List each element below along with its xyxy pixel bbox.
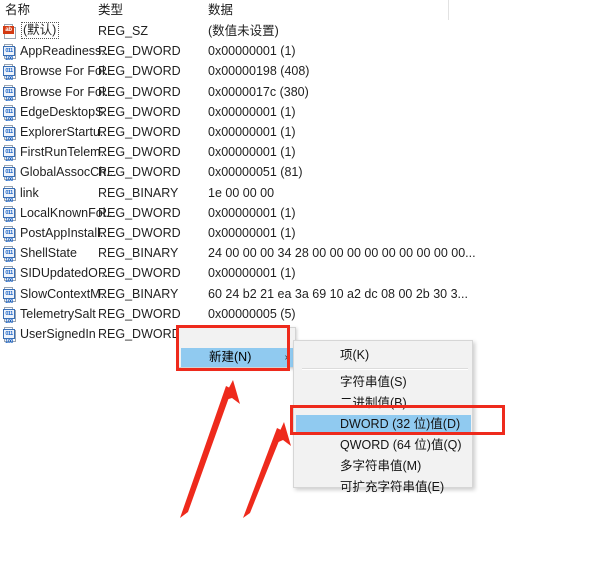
cell-value-data: 0x00000001 (1) xyxy=(208,125,296,139)
cell-value-data: 0x00000001 (1) xyxy=(208,44,296,59)
cell-value-type: REG_DWORD xyxy=(98,64,181,79)
annotation-arrow-1 xyxy=(180,380,240,518)
column-header-name[interactable]: 名称 xyxy=(5,2,30,18)
submenu-item-label: 项(K) xyxy=(340,348,370,362)
cell-value-data: 0x00000001 (1) xyxy=(208,205,296,220)
list-column-header[interactable]: 名称 类型 数据 xyxy=(0,0,600,20)
annotation-box-new-menu-item xyxy=(176,325,290,371)
submenu-item-4[interactable]: QWORD (64 位)值(Q) xyxy=(296,436,471,455)
cell-value-data: 0x00000001 (1) xyxy=(208,226,296,240)
table-row[interactable]: 011 100 AppReadiness... REG_DWORD 0x00000001… xyxy=(0,42,600,62)
cell-value-type: REG_DWORD xyxy=(98,125,181,139)
cell-value-name: link xyxy=(20,185,39,200)
column-divider[interactable] xyxy=(448,0,449,20)
submenu-item-label: QWORD (64 位)值(Q) xyxy=(340,438,462,452)
cell-value-data: 24 00 00 00 34 28 00 00 00 00 00 00 00 0… xyxy=(208,246,476,261)
cell-value-data: 0x00000051 (81) xyxy=(208,165,303,180)
cell-value-type: REG_BINARY xyxy=(98,185,179,200)
submenu-item-0[interactable]: 项(K) xyxy=(296,346,471,365)
table-row[interactable]: ab (默认) REG_SZ (数值未设置) xyxy=(0,22,600,42)
annotation-arrow-2 xyxy=(243,422,291,518)
cell-value-data: 0x00000001 (1) xyxy=(208,145,296,160)
cell-value-type: REG_SZ xyxy=(98,24,149,38)
submenu-separator xyxy=(302,368,468,370)
table-row[interactable]: 011 100 ExplorerStartu... REG_DWORD 0x000000… xyxy=(0,123,600,143)
table-row[interactable]: 011 100 EdgeDesktopS... REG_DWORD 0x00000001… xyxy=(0,103,600,123)
column-header-type[interactable]: 类型 xyxy=(98,2,123,18)
table-row[interactable]: 011 100 PostAppInstall... REG_DWORD 0x000000… xyxy=(0,224,600,244)
cell-value-name: SIDUpdatedO... xyxy=(20,266,109,281)
cell-value-type: REG_DWORD xyxy=(98,44,181,59)
reg-dword-icon: 011 100 xyxy=(3,64,17,82)
cell-value-type: REG_DWORD xyxy=(98,226,181,240)
reg-dword-icon: 011 100 xyxy=(3,327,17,345)
cell-value-type: REG_DWORD xyxy=(98,205,181,220)
reg-dword-icon: 011 100 xyxy=(3,145,17,163)
cell-value-data: 0x00000198 (408) xyxy=(208,64,310,79)
reg-sz-icon: ab xyxy=(3,24,17,39)
cell-value-data: 0x0000017c (380) xyxy=(208,84,309,99)
table-row[interactable]: 011 100 SlowContextM... REG_BINARY 60 24 b2 … xyxy=(0,285,600,305)
cell-value-data: (数值未设置) xyxy=(208,24,279,38)
cell-value-type: REG_DWORD xyxy=(98,266,181,281)
reg-dword-icon: 011 100 xyxy=(3,84,17,103)
submenu-item-1[interactable]: 字符串值(S) xyxy=(296,373,471,392)
reg-binary-icon: 011 100 xyxy=(3,185,17,204)
cell-value-name: (默认) xyxy=(21,22,60,39)
cell-value-type: REG_DWORD xyxy=(98,165,181,180)
submenu-item-5[interactable]: 多字符串值(M) xyxy=(296,457,471,476)
cell-value-type: REG_BINARY xyxy=(98,286,179,301)
cell-value-name: ExplorerStartu... xyxy=(20,125,111,139)
submenu-item-label: 字符串值(S) xyxy=(340,375,407,389)
submenu-item-label: 可扩充字符串值(E) xyxy=(340,480,445,494)
submenu-item-6[interactable]: 可扩充字符串值(E) xyxy=(296,478,471,497)
cell-value-type: REG_BINARY xyxy=(98,246,179,261)
table-row[interactable]: 011 100 Browse For Fol... REG_DWORD 0x000001… xyxy=(0,83,600,103)
table-row[interactable]: 011 100 LocalKnownFol... REG_DWORD 0x0000000… xyxy=(0,204,600,224)
cell-value-data: 0x00000001 (1) xyxy=(208,266,296,281)
table-row[interactable]: 011 100 link REG_BINARY 1e 00 00 00 xyxy=(0,184,600,204)
cell-value-data: 0x00000001 (1) xyxy=(208,104,296,119)
cell-value-data: 60 24 b2 21 ea 3a 69 10 a2 dc 08 00 2b 3… xyxy=(208,286,468,301)
table-row[interactable]: 011 100 FirstRunTelem... REG_DWORD 0x0000000… xyxy=(0,143,600,163)
submenu-item-label: 多字符串值(M) xyxy=(340,459,422,473)
cell-value-type: REG_DWORD xyxy=(98,327,181,341)
reg-dword-icon: 011 100 xyxy=(3,165,17,183)
reg-dword-icon: 011 100 xyxy=(3,226,17,244)
cell-value-type: REG_DWORD xyxy=(98,145,181,160)
reg-dword-icon: 011 100 xyxy=(3,266,17,284)
column-header-data[interactable]: 数据 xyxy=(208,2,233,18)
reg-dword-icon: 011 100 xyxy=(3,205,17,224)
reg-binary-icon: 011 100 xyxy=(3,246,17,264)
reg-dword-icon: 011 100 xyxy=(3,44,17,62)
cell-value-name: UserSignedIn xyxy=(20,327,96,341)
cell-value-name: PostAppInstall... xyxy=(20,226,111,240)
cell-value-type: REG_DWORD xyxy=(98,104,181,119)
table-row[interactable]: 011 100 ShellState REG_BINARY 24 00 00 00 34… xyxy=(0,244,600,264)
table-row[interactable]: 011 100 Browse For Fol... REG_DWORD 0x000001… xyxy=(0,62,600,82)
reg-binary-icon: 011 100 xyxy=(3,286,17,305)
cell-value-type: REG_DWORD xyxy=(98,306,181,321)
cell-value-type: REG_DWORD xyxy=(98,84,181,99)
cell-value-data: 0x00000005 (5) xyxy=(208,306,296,321)
reg-dword-icon: 011 100 xyxy=(3,125,17,143)
reg-dword-icon: 011 100 xyxy=(3,306,17,325)
table-row[interactable]: 011 100 TelemetrySalt REG_DWORD 0x00000005 (… xyxy=(0,305,600,325)
cell-value-data: 1e 00 00 00 xyxy=(208,185,275,200)
table-row[interactable]: 011 100 GlobalAssocCh... REG_DWORD 0x0000005… xyxy=(0,163,600,183)
table-row[interactable]: 011 100 SIDUpdatedO... REG_DWORD 0x00000001 … xyxy=(0,264,600,284)
cell-value-name: ShellState xyxy=(20,246,77,261)
cell-value-name: TelemetrySalt xyxy=(20,306,96,321)
registry-value-list[interactable]: 名称 类型 数据 ab (默认) REG_SZ (数值未设置) 011 100 AppRea… xyxy=(0,0,600,345)
reg-dword-icon: 011 100 xyxy=(3,104,17,123)
annotation-box-dword-menu-item xyxy=(290,405,505,435)
